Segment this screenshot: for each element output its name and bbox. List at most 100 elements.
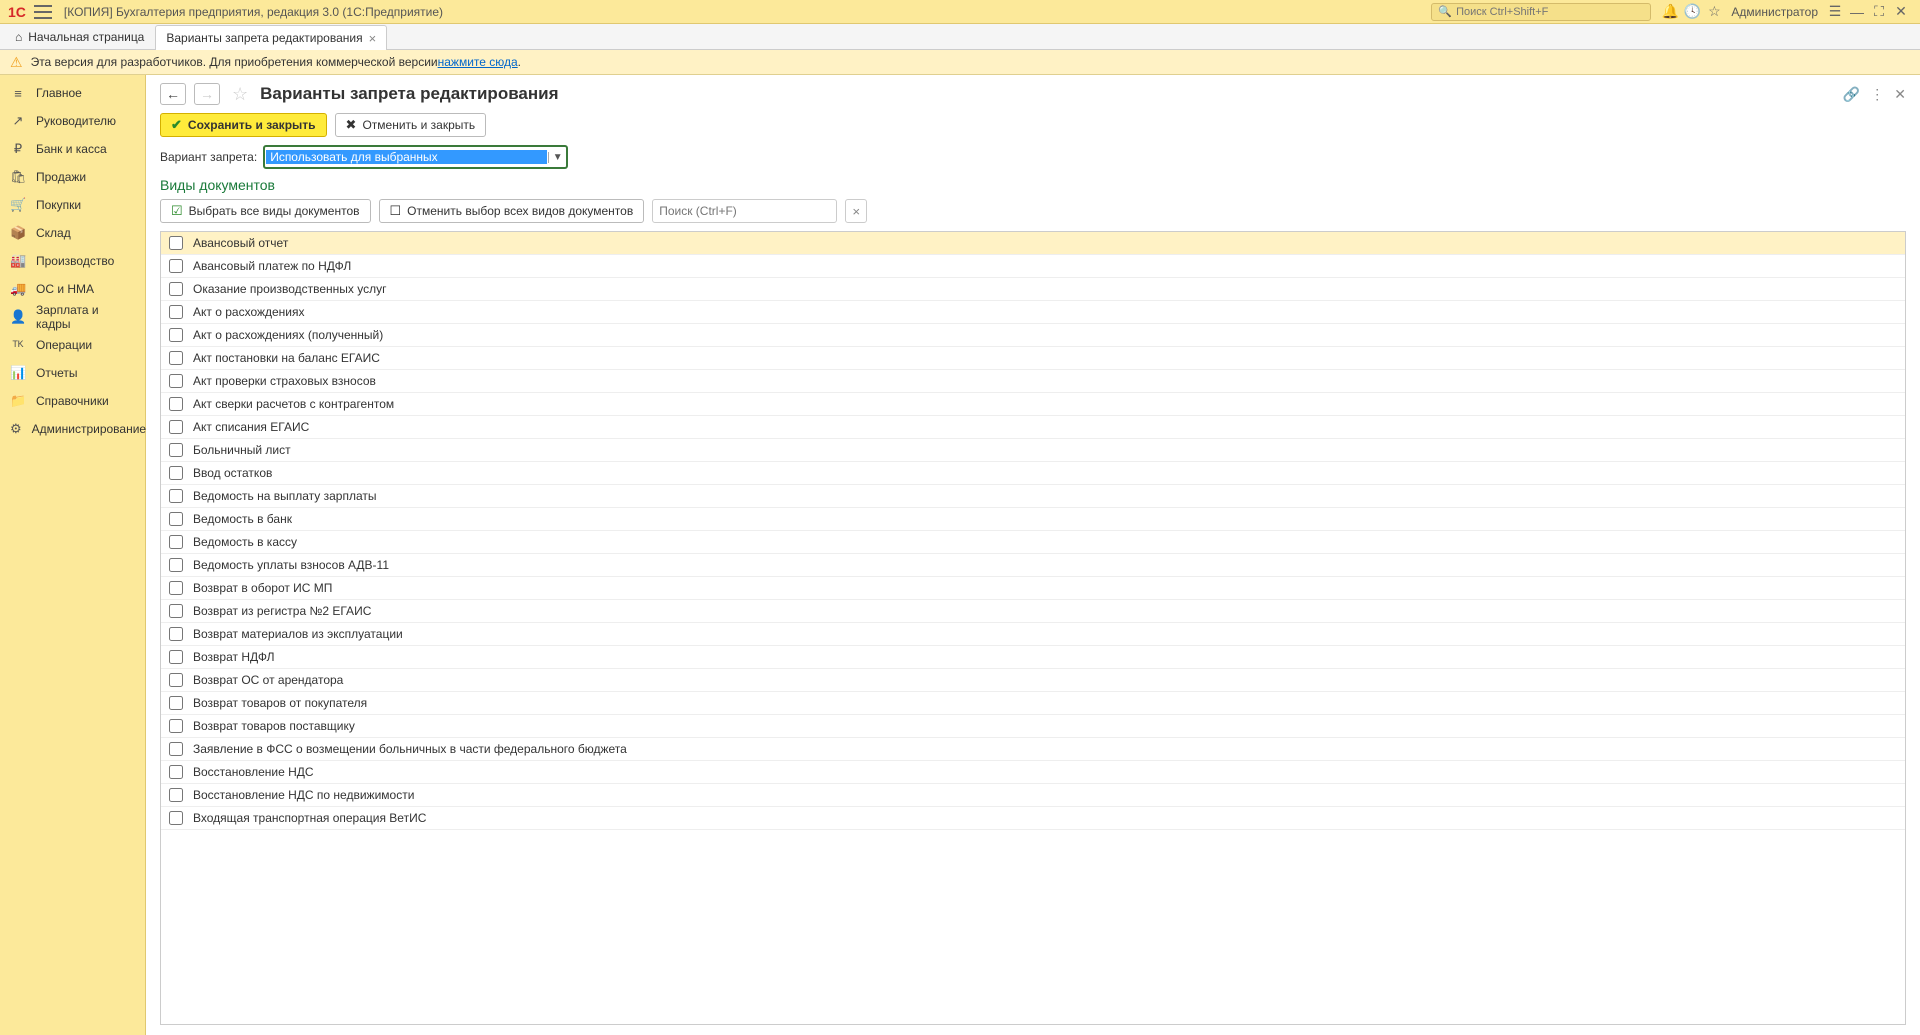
document-checkbox[interactable]	[169, 788, 183, 802]
document-checkbox[interactable]	[169, 558, 183, 572]
sidebar-item-8[interactable]: 👤Зарплата и кадры	[0, 303, 145, 331]
variant-dropdown[interactable]: Использовать для выбранных ▼	[263, 145, 568, 169]
document-row[interactable]: Авансовый отчет	[161, 232, 1905, 255]
document-row[interactable]: Акт постановки на баланс ЕГАИС	[161, 347, 1905, 370]
sidebar-item-9[interactable]: ᵀᴷОперации	[0, 331, 145, 359]
history-icon[interactable]: 🕓	[1681, 3, 1703, 20]
document-checkbox[interactable]	[169, 719, 183, 733]
link-icon[interactable]: 🔗	[1843, 86, 1860, 103]
sidebar-item-6[interactable]: 🏭Производство	[0, 247, 145, 275]
tab-close-icon[interactable]: ×	[369, 31, 377, 46]
section-title: Виды документов	[146, 177, 1920, 199]
variant-label: Вариант запрета:	[160, 150, 257, 164]
document-checkbox[interactable]	[169, 328, 183, 342]
document-row[interactable]: Ведомость на выплату зарплаты	[161, 485, 1905, 508]
deselect-all-button[interactable]: ☐ Отменить выбор всех видов документов	[379, 199, 645, 223]
document-checkbox[interactable]	[169, 535, 183, 549]
document-label: Возврат из регистра №2 ЕГАИС	[193, 604, 371, 618]
document-row[interactable]: Ведомость в банк	[161, 508, 1905, 531]
star-icon[interactable]: ☆	[1703, 3, 1725, 20]
document-checkbox[interactable]	[169, 443, 183, 457]
sidebar-item-10[interactable]: 📊Отчеты	[0, 359, 145, 387]
document-row[interactable]: Возврат НДФЛ	[161, 646, 1905, 669]
document-checkbox[interactable]	[169, 696, 183, 710]
sidebar-item-2[interactable]: ₽Банк и касса	[0, 135, 145, 163]
document-row[interactable]: Возврат материалов из эксплуатации	[161, 623, 1905, 646]
bell-icon[interactable]: 🔔	[1659, 3, 1681, 20]
nav-forward-button[interactable]: →	[194, 83, 220, 105]
document-checkbox[interactable]	[169, 282, 183, 296]
document-row[interactable]: Больничный лист	[161, 439, 1905, 462]
document-checkbox[interactable]	[169, 742, 183, 756]
sidebar-item-11[interactable]: 📁Справочники	[0, 387, 145, 415]
global-search-input[interactable]	[1456, 6, 1644, 18]
document-checkbox[interactable]	[169, 604, 183, 618]
document-checkbox[interactable]	[169, 489, 183, 503]
maximize-icon[interactable]: ⛶	[1868, 3, 1890, 20]
more-icon[interactable]: ⋮	[1870, 86, 1884, 103]
minimize-icon[interactable]: —	[1846, 4, 1868, 20]
close-content-icon[interactable]: ✕	[1894, 86, 1906, 103]
global-search[interactable]: 🔍	[1431, 3, 1651, 21]
cancel-close-button[interactable]: ✖ Отменить и закрыть	[335, 113, 487, 137]
document-checkbox[interactable]	[169, 374, 183, 388]
doc-search-input[interactable]	[652, 199, 837, 223]
tab-variants[interactable]: Варианты запрета редактирования ×	[155, 25, 387, 50]
document-checkbox[interactable]	[169, 466, 183, 480]
nav-back-button[interactable]: ←	[160, 83, 186, 105]
document-row[interactable]: Возврат товаров от покупателя	[161, 692, 1905, 715]
document-checkbox[interactable]	[169, 811, 183, 825]
close-window-icon[interactable]: ✕	[1890, 3, 1912, 20]
document-checkbox[interactable]	[169, 236, 183, 250]
document-checkbox[interactable]	[169, 627, 183, 641]
sidebar-item-5[interactable]: 📦Склад	[0, 219, 145, 247]
document-checkbox[interactable]	[169, 581, 183, 595]
document-row[interactable]: Возврат из регистра №2 ЕГАИС	[161, 600, 1905, 623]
document-checkbox[interactable]	[169, 512, 183, 526]
document-row[interactable]: Акт сверки расчетов с контрагентом	[161, 393, 1905, 416]
document-row[interactable]: Возврат товаров поставщику	[161, 715, 1905, 738]
sidebar-label: Администрирование	[32, 422, 146, 436]
document-row[interactable]: Ведомость в кассу	[161, 531, 1905, 554]
document-row[interactable]: Восстановление НДС по недвижимости	[161, 784, 1905, 807]
document-row[interactable]: Акт о расхождениях	[161, 301, 1905, 324]
document-row[interactable]: Ввод остатков	[161, 462, 1905, 485]
chevron-down-icon[interactable]: ▼	[548, 152, 566, 163]
warning-link[interactable]: нажмите сюда	[438, 55, 518, 69]
sidebar-item-0[interactable]: ≡Главное	[0, 79, 145, 107]
document-row[interactable]: Восстановление НДС	[161, 761, 1905, 784]
document-row[interactable]: Авансовый платеж по НДФЛ	[161, 255, 1905, 278]
tab-home[interactable]: ⌂ Начальная страница	[4, 24, 155, 49]
document-checkbox[interactable]	[169, 765, 183, 779]
document-checkbox[interactable]	[169, 351, 183, 365]
document-row[interactable]: Оказание производственных услуг	[161, 278, 1905, 301]
sidebar-item-4[interactable]: 🛒Покупки	[0, 191, 145, 219]
sidebar-item-1[interactable]: ↗Руководителю	[0, 107, 145, 135]
sidebar-label: ОС и НМА	[36, 282, 94, 296]
menu-button[interactable]	[34, 5, 52, 19]
document-checkbox[interactable]	[169, 673, 183, 687]
document-checkbox[interactable]	[169, 397, 183, 411]
document-row[interactable]: Акт проверки страховых взносов	[161, 370, 1905, 393]
document-row[interactable]: Возврат ОС от арендатора	[161, 669, 1905, 692]
save-close-button[interactable]: ✔ Сохранить и закрыть	[160, 113, 327, 137]
settings-icon[interactable]: ☰	[1824, 3, 1846, 20]
sidebar-item-7[interactable]: 🚚ОС и НМА	[0, 275, 145, 303]
sidebar-item-12[interactable]: ⚙Администрирование	[0, 415, 145, 443]
document-checkbox[interactable]	[169, 420, 183, 434]
document-row[interactable]: Входящая транспортная операция ВетИС	[161, 807, 1905, 830]
favorite-icon[interactable]: ☆	[232, 84, 248, 105]
document-row[interactable]: Акт о расхождениях (полученный)	[161, 324, 1905, 347]
document-checkbox[interactable]	[169, 259, 183, 273]
document-list[interactable]: Авансовый отчетАвансовый платеж по НДФЛО…	[161, 232, 1905, 1024]
document-row[interactable]: Заявление в ФСС о возмещении больничных …	[161, 738, 1905, 761]
sidebar-item-3[interactable]: 🛍Продажи	[0, 163, 145, 191]
document-row[interactable]: Акт списания ЕГАИС	[161, 416, 1905, 439]
document-row[interactable]: Ведомость уплаты взносов АДВ-11	[161, 554, 1905, 577]
document-checkbox[interactable]	[169, 305, 183, 319]
document-row[interactable]: Возврат в оборот ИС МП	[161, 577, 1905, 600]
user-name[interactable]: Администратор	[1731, 5, 1818, 19]
select-all-button[interactable]: ☑ Выбрать все виды документов	[160, 199, 371, 223]
document-checkbox[interactable]	[169, 650, 183, 664]
clear-search-button[interactable]: ×	[845, 199, 867, 223]
